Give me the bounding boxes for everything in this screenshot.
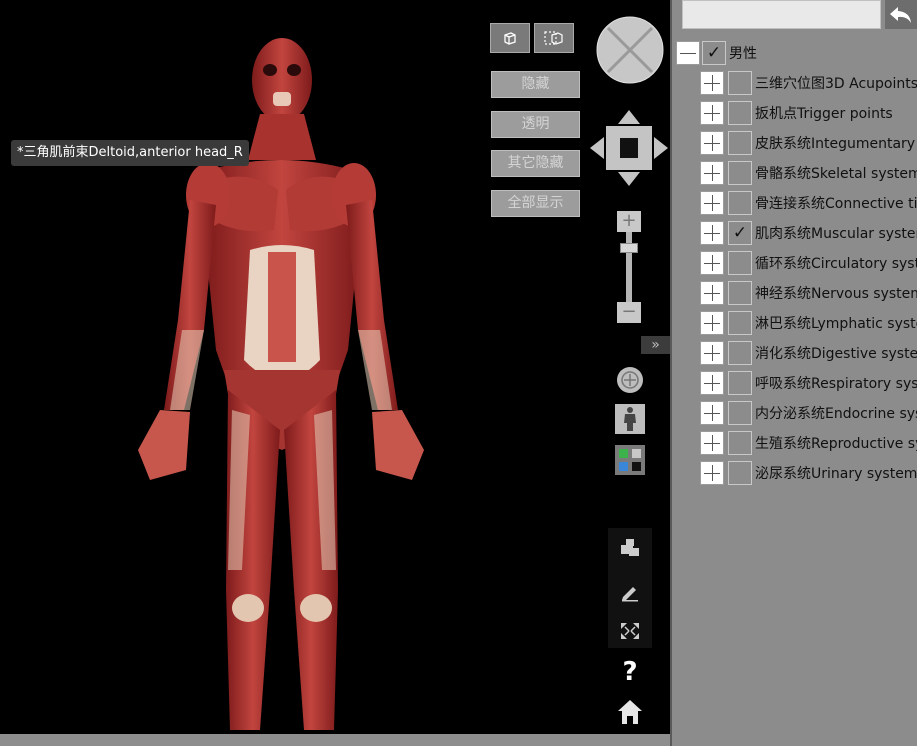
rotate-control[interactable] [596,16,664,84]
tree-item-label: 扳机点Trigger points [755,106,893,122]
tree-item-checkbox[interactable] [728,71,752,95]
tree-item-label: 三维穴位图3D Acupoints [755,76,917,92]
expand-toggle[interactable] [700,431,724,455]
root-label: 男性 [729,46,757,62]
expand-toggle[interactable] [700,131,724,155]
back-button[interactable] [885,0,917,29]
expand-toggle[interactable] [700,71,724,95]
help-button[interactable]: ? [618,657,642,687]
tree-item[interactable]: 循环系统Circulatory system [700,250,917,276]
view-single-button[interactable] [490,23,530,53]
collapse-panel-button[interactable]: » [641,336,670,354]
tree-item-label: 泌尿系统Urinary system [755,466,917,482]
tree-item-label: 生殖系统Reproductive system [755,436,917,452]
tree-item-label: 肌肉系统Muscular system [755,226,917,242]
hide-others-button[interactable]: 其它隐藏 [491,150,580,177]
color-palette-icon[interactable] [615,445,645,475]
muscular-body-model[interactable] [120,30,460,740]
tree-item[interactable]: 骨骼系统Skeletal system [700,160,917,186]
collapse-toggle[interactable] [676,41,700,65]
tree-item-checkbox[interactable] [728,281,752,305]
tree-item[interactable]: 泌尿系统Urinary system [700,460,917,486]
tree-item[interactable]: 呼吸系统Respiratory system [700,370,917,396]
tree-item-label: 消化系统Digestive system [755,346,917,362]
tree-item-label: 神经系统Nervous system [755,286,917,302]
tree-item[interactable]: ✓ 肌肉系统Muscular system [700,220,917,246]
tree-item[interactable]: 扳机点Trigger points [700,100,893,126]
tree-item-checkbox[interactable] [728,191,752,215]
tree-item-checkbox[interactable] [728,401,752,425]
tree-item-label: 骨骼系统Skeletal system [755,166,917,182]
tree-item-checkbox[interactable] [728,341,752,365]
zoom-handle[interactable] [620,243,638,253]
tree-item-checkbox[interactable] [728,251,752,275]
tree-item-checkbox[interactable] [728,131,752,155]
expand-toggle[interactable] [700,461,724,485]
tree-item[interactable]: 淋巴系统Lymphatic system [700,310,917,336]
tree-item-checkbox[interactable] [728,161,752,185]
reset-view-icon[interactable] [616,366,644,394]
tree-item-checkbox[interactable] [728,101,752,125]
tree-item[interactable]: 皮肤系统Integumentary system [700,130,917,156]
expand-toggle[interactable] [700,101,724,125]
home-icon[interactable] [617,699,643,725]
transparent-button[interactable]: 透明 [491,111,580,138]
expand-toggle[interactable] [700,281,724,305]
expand-toggle[interactable] [700,221,724,245]
tree-item[interactable]: 三维穴位图3D Acupoints [700,70,917,96]
tree-item[interactable]: 消化系统Digestive system [700,340,917,366]
tree-item[interactable]: 生殖系统Reproductive system [700,430,917,456]
undo-arrow-icon [890,6,911,23]
tree-item-label: 内分泌系统Endocrine system [755,406,917,422]
expand-toggle[interactable] [700,401,724,425]
system-tree-panel: ✓ 男性 三维穴位图3D Acupoints 扳机点Trigger points 皮… [670,0,917,746]
hide-button[interactable]: 隐藏 [491,71,580,98]
multi-select-icon [544,31,563,45]
expand-toggle[interactable] [700,161,724,185]
tree-item-label: 呼吸系统Respiratory system [755,376,917,392]
zoom-out-button[interactable]: − [617,302,641,323]
tool-stack [608,528,652,648]
tree-item[interactable]: 骨连接系统Connective tissue [700,190,917,216]
root-checkbox[interactable]: ✓ [702,41,726,65]
view-multi-button[interactable] [534,23,574,53]
tree-item-label: 皮肤系统Integumentary system [755,136,917,152]
expand-toggle[interactable] [700,251,724,275]
fullscreen-icon[interactable] [620,622,640,640]
pan-control[interactable] [590,110,668,186]
zoom-in-button[interactable]: + [617,211,641,232]
tree-item[interactable]: 内分泌系统Endocrine system [700,400,917,426]
pencil-icon[interactable] [620,582,640,602]
tree-item-checkbox[interactable]: ✓ [728,221,752,245]
3d-viewport[interactable]: *三角肌前束Deltoid,anterior head_R 隐藏 透明 其它隐藏… [0,0,670,746]
tree-item-label: 淋巴系统Lymphatic system [755,316,917,332]
tree-item-checkbox[interactable] [728,461,752,485]
show-all-button[interactable]: 全部显示 [491,190,580,217]
expand-toggle[interactable] [700,311,724,335]
expand-toggle[interactable] [700,341,724,365]
body-view-icon[interactable] [615,404,645,434]
zoom-slider[interactable]: + − [617,211,641,323]
cube-icon [504,32,516,45]
layers-icon[interactable] [620,538,640,558]
bottom-scrollbar[interactable] [0,734,670,746]
tree-item-label: 循环系统Circulatory system [755,256,917,272]
part-tooltip: *三角肌前束Deltoid,anterior head_R [11,140,249,166]
expand-toggle[interactable] [700,191,724,215]
tree-item-checkbox[interactable] [728,311,752,335]
tree-root-male[interactable]: ✓ 男性 [676,40,757,66]
search-input[interactable] [682,0,881,29]
tree-item-checkbox[interactable] [728,371,752,395]
expand-toggle[interactable] [700,371,724,395]
tree-item-label: 骨连接系统Connective tissue [755,196,917,212]
tree-item[interactable]: 神经系统Nervous system [700,280,917,306]
tree-item-checkbox[interactable] [728,431,752,455]
